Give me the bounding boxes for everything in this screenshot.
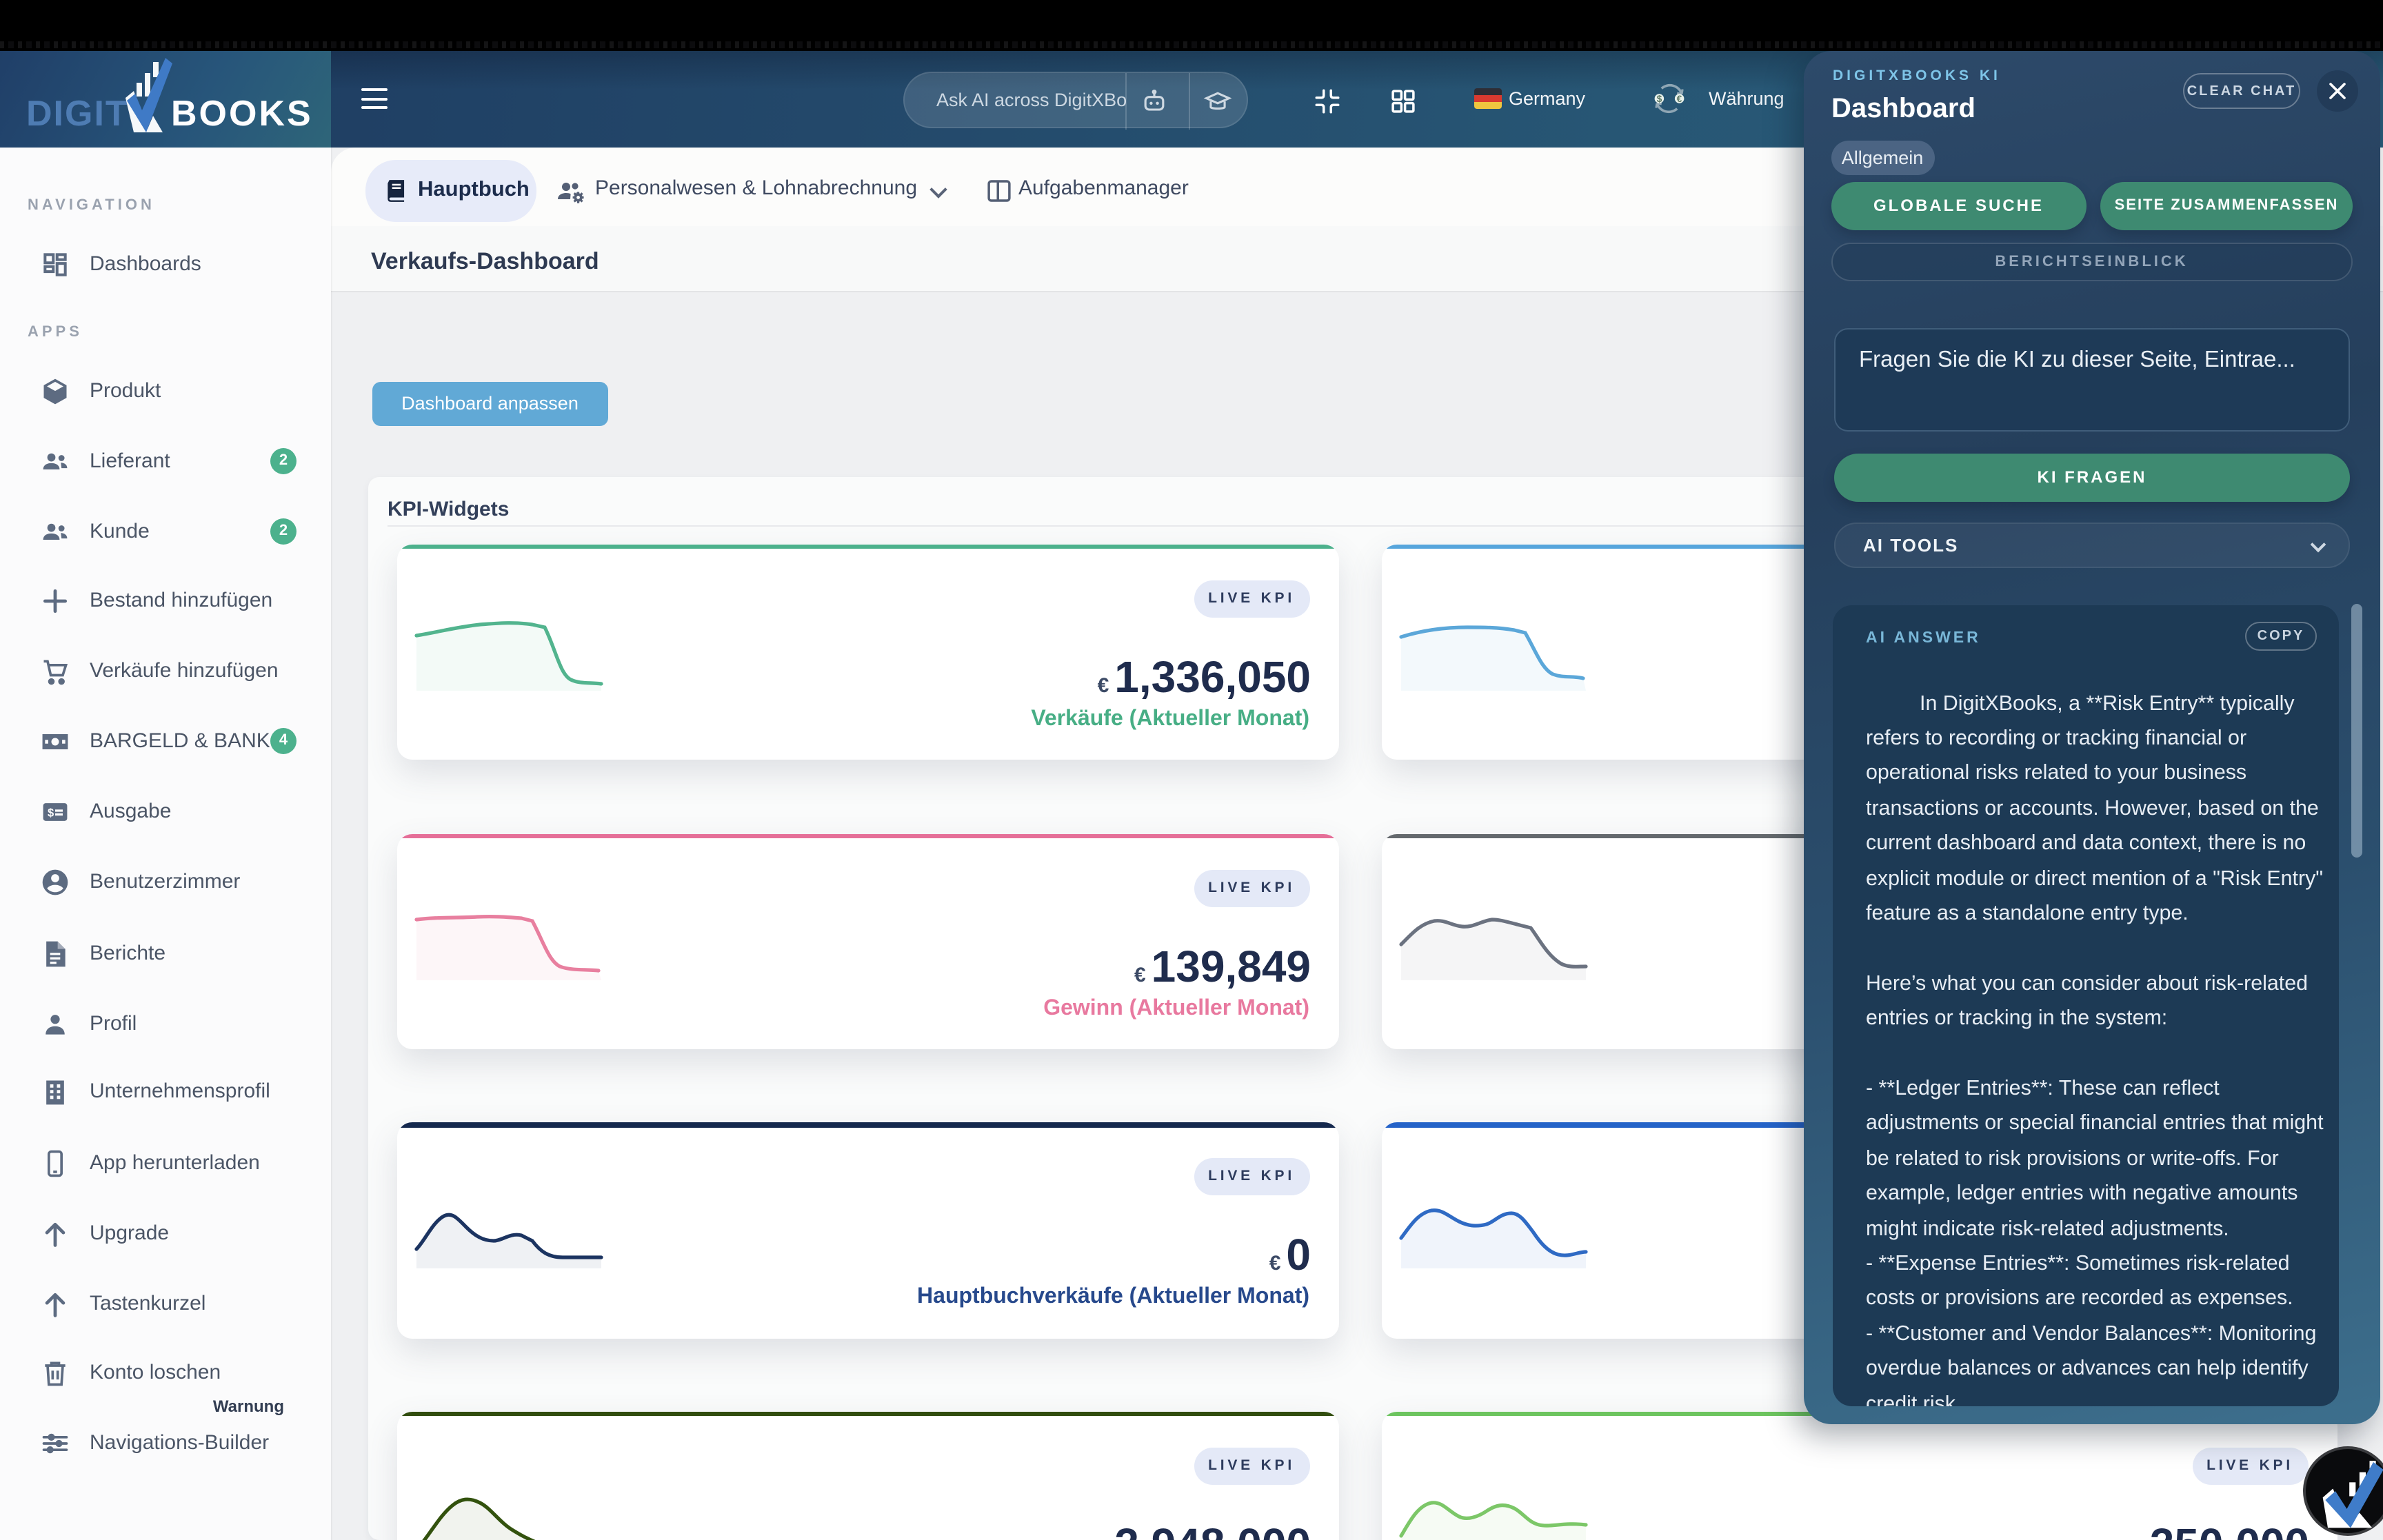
svg-text:$: $ bbox=[1657, 94, 1662, 104]
svg-text:$: $ bbox=[48, 806, 54, 818]
svg-text:€: € bbox=[1677, 94, 1682, 104]
